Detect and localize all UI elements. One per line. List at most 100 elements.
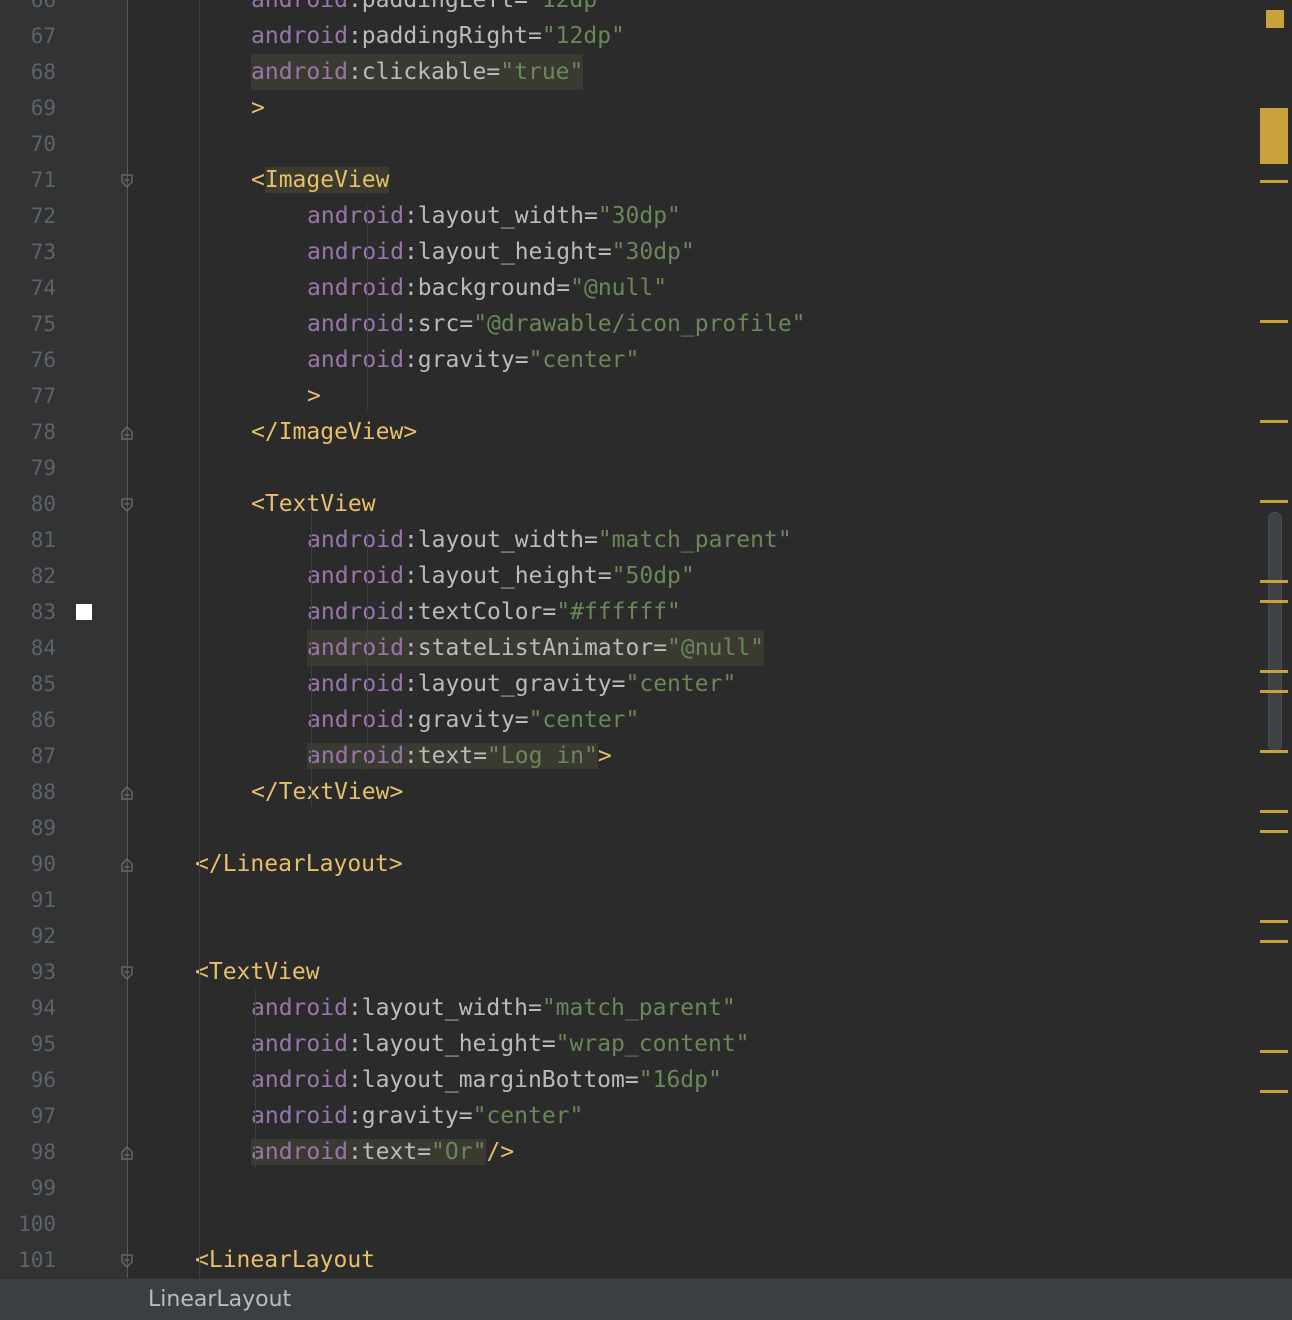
line-number[interactable]: 67 [0, 18, 56, 54]
stripe-marker[interactable] [1260, 830, 1288, 833]
code-line[interactable]: android:src="@drawable/icon_profile" [307, 306, 806, 342]
line-number[interactable]: 72 [0, 198, 56, 234]
code-line[interactable]: > [307, 378, 321, 414]
stripe-marker[interactable] [1260, 810, 1288, 813]
code-line[interactable]: android:layout_width="30dp" [307, 198, 681, 234]
line-number[interactable]: 93 [0, 954, 56, 990]
line-number[interactable]: 77 [0, 378, 56, 414]
line-number[interactable]: 97 [0, 1098, 56, 1134]
line-number[interactable]: 70 [0, 126, 56, 162]
code-line[interactable]: android:stateListAnimator="@null" [307, 630, 764, 666]
line-number[interactable]: 75 [0, 306, 56, 342]
stripe-marker[interactable] [1260, 180, 1288, 183]
line-number[interactable]: 98 [0, 1134, 56, 1170]
line-number[interactable]: 101 [0, 1242, 56, 1278]
fold-end-icon[interactable] [121, 1146, 133, 1160]
line-number[interactable]: 66 [0, 0, 56, 18]
code-line[interactable]: android:layout_width="match_parent" [251, 990, 736, 1026]
line-number[interactable]: 78 [0, 414, 56, 450]
line-number-gutter[interactable]: 66 67 68 69 70 71 72 73 74 75 76 77 78 79 80 81 82 83 84 85… [0, 0, 128, 1278]
line-number[interactable]: 82 [0, 558, 56, 594]
code-line[interactable]: </TextView> [251, 774, 403, 810]
stripe-marker[interactable] [1260, 940, 1288, 943]
line-number[interactable]: 76 [0, 342, 56, 378]
breadcrumb-item-linearlayout[interactable]: LinearLayout [148, 1287, 291, 1312]
stripe-marker[interactable] [1260, 500, 1288, 503]
line-number[interactable]: 68 [0, 54, 56, 90]
stripe-marker[interactable] [1260, 600, 1288, 603]
stripe-marker[interactable] [1260, 750, 1288, 753]
code-line[interactable]: android:background="@null" [307, 270, 667, 306]
line-number[interactable]: 99 [0, 1170, 56, 1206]
line-number[interactable]: 86 [0, 702, 56, 738]
line-number[interactable]: 89 [0, 810, 56, 846]
line-number[interactable]: 85 [0, 666, 56, 702]
fold-collapse-icon[interactable] [121, 1254, 133, 1268]
line-number[interactable]: 79 [0, 450, 56, 486]
inspection-status-icon[interactable] [1266, 10, 1284, 28]
code-line[interactable]: android:text="Or"/> [251, 1134, 514, 1170]
line-number[interactable]: 74 [0, 270, 56, 306]
code-line[interactable]: <TextView [195, 954, 320, 990]
code-line[interactable]: android:layout_height="30dp" [307, 234, 695, 270]
fold-end-icon[interactable] [121, 426, 133, 440]
stripe-marker[interactable] [1260, 670, 1288, 673]
fold-end-icon[interactable] [121, 858, 133, 872]
line-number[interactable]: 94 [0, 990, 56, 1026]
bookmark-icon[interactable] [76, 604, 92, 620]
code-line[interactable]: android:paddingLeft="12dp" [251, 0, 611, 18]
stripe-marker[interactable] [1260, 920, 1288, 923]
line-number[interactable]: 71 [0, 162, 56, 198]
code-line[interactable]: android:textColor="#ffffff" [307, 594, 681, 630]
code-token: "30dp" [611, 239, 695, 265]
code-line[interactable]: android:layout_width="match_parent" [307, 522, 792, 558]
code-line[interactable]: android:paddingRight="12dp" [251, 18, 625, 54]
line-number[interactable]: 73 [0, 234, 56, 270]
code-editor[interactable]: 66 67 68 69 70 71 72 73 74 75 76 77 78 79 80 81 82 83 84 85… [0, 0, 1292, 1278]
error-stripe[interactable] [1258, 0, 1292, 1278]
line-number[interactable]: 84 [0, 630, 56, 666]
code-line[interactable]: <TextView [251, 486, 376, 522]
fold-collapse-icon[interactable] [121, 498, 133, 512]
line-number[interactable]: 83 [0, 594, 56, 630]
fold-end-icon[interactable] [121, 786, 133, 800]
code-line[interactable]: > [251, 90, 265, 126]
stripe-marker[interactable] [1260, 1050, 1288, 1053]
line-number[interactable]: 87 [0, 738, 56, 774]
code-line[interactable]: android:clickable="true" [251, 54, 584, 90]
line-number[interactable]: 80 [0, 486, 56, 522]
line-number[interactable]: 95 [0, 1026, 56, 1062]
code-line[interactable]: <ImageView [251, 162, 390, 198]
fold-collapse-icon[interactable] [121, 966, 133, 980]
code-line[interactable]: android:text="Log in"> [307, 738, 612, 774]
code-area[interactable]: android:paddingLeft="12dp" android:paddin… [129, 0, 1257, 1278]
line-number[interactable]: 88 [0, 774, 56, 810]
stripe-marker[interactable] [1260, 420, 1288, 423]
scrollbar-thumb[interactable] [1268, 512, 1282, 752]
code-line[interactable]: android:layout_height="wrap_content" [251, 1026, 750, 1062]
code-token: :layout_height [403, 239, 598, 265]
line-number[interactable]: 90 [0, 846, 56, 882]
stripe-marker[interactable] [1260, 1090, 1288, 1093]
fold-collapse-icon[interactable] [121, 174, 133, 188]
code-line[interactable]: </LinearLayout> [195, 846, 403, 882]
code-line[interactable]: android:layout_height="50dp" [307, 558, 695, 594]
code-token: = [583, 527, 598, 553]
code-line[interactable]: android:layout_gravity="center" [307, 666, 736, 702]
line-number[interactable]: 69 [0, 90, 56, 126]
line-number[interactable]: 100 [0, 1206, 56, 1242]
stripe-marker-block[interactable] [1260, 108, 1288, 164]
stripe-marker[interactable] [1260, 690, 1288, 693]
stripe-marker[interactable] [1260, 580, 1288, 583]
line-number[interactable]: 92 [0, 918, 56, 954]
code-line[interactable]: android:layout_marginBottom="16dp" [251, 1062, 722, 1098]
code-line[interactable]: android:gravity="center" [307, 702, 639, 738]
code-line[interactable]: android:gravity="center" [307, 342, 639, 378]
line-number[interactable]: 96 [0, 1062, 56, 1098]
code-line[interactable]: <LinearLayout [195, 1242, 375, 1278]
line-number[interactable]: 81 [0, 522, 56, 558]
code-line[interactable]: android:gravity="center" [251, 1098, 583, 1134]
code-line[interactable]: </ImageView> [251, 414, 417, 450]
line-number[interactable]: 91 [0, 882, 56, 918]
stripe-marker[interactable] [1260, 320, 1288, 323]
